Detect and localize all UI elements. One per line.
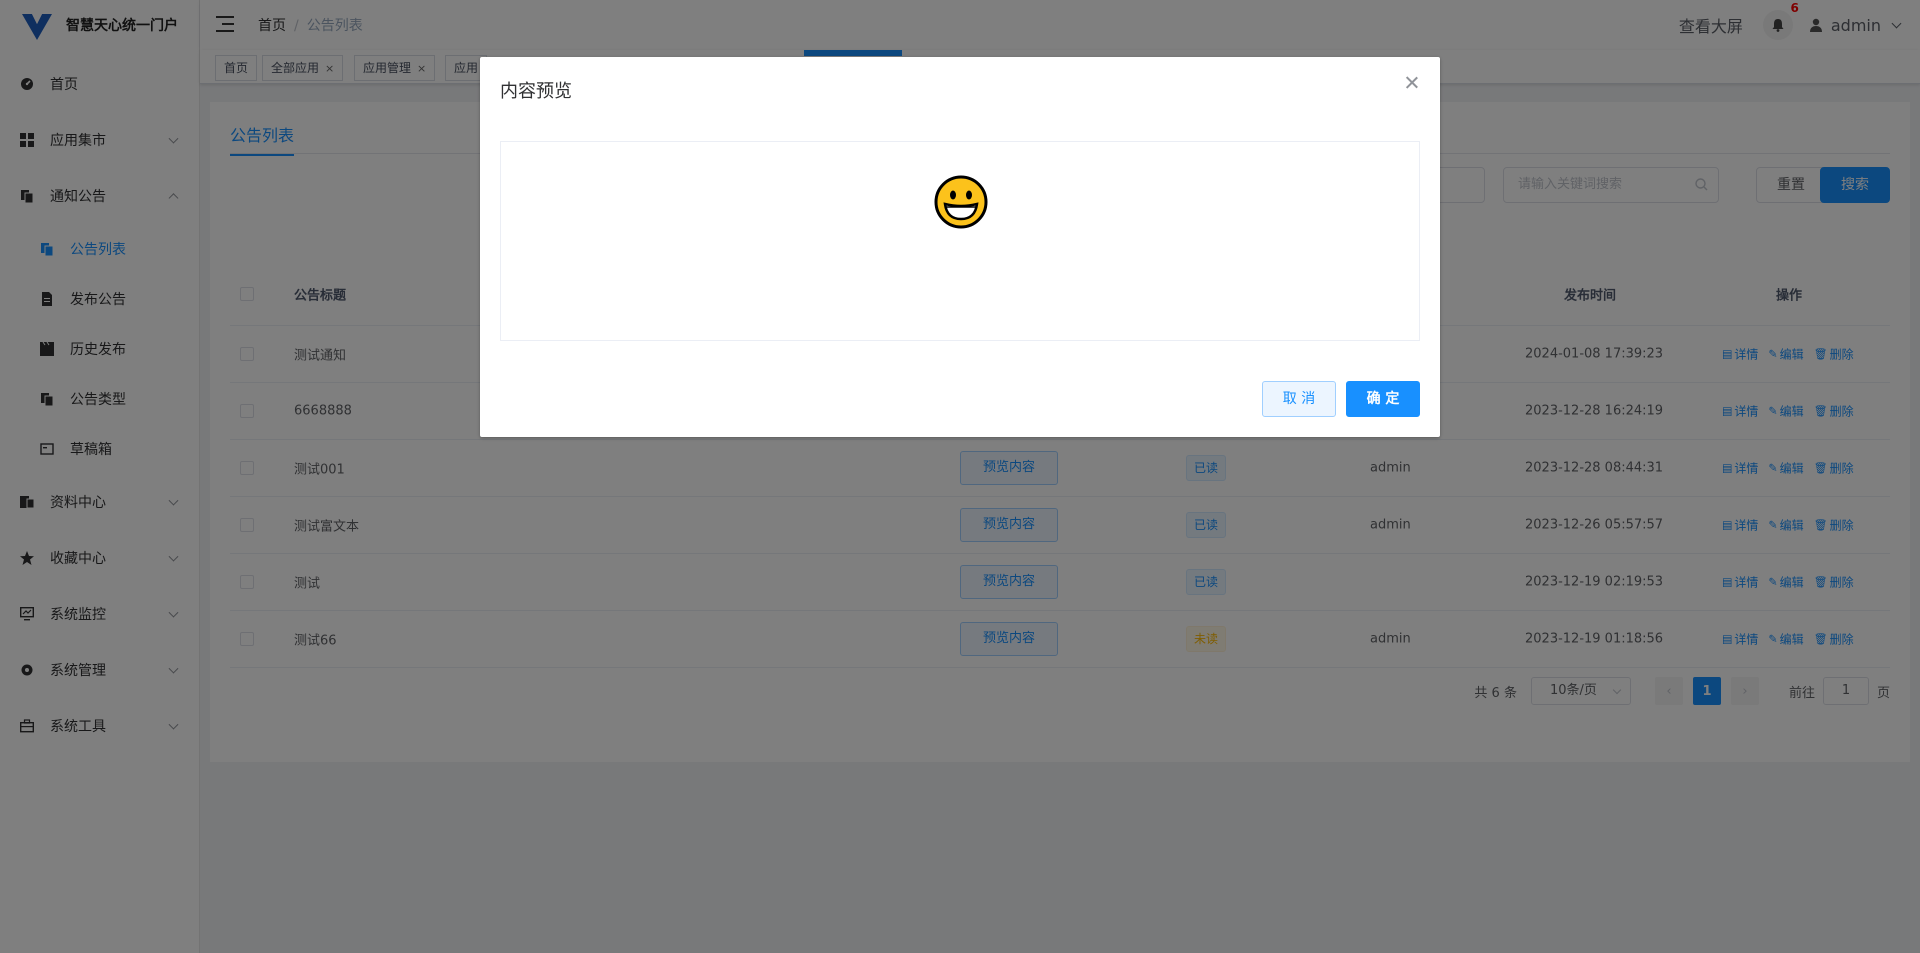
dialog-title: 内容预览: [500, 81, 572, 102]
grinning-face-emoji: [934, 175, 988, 229]
cancel-button[interactable]: 取 消: [1262, 381, 1336, 417]
confirm-button[interactable]: 确 定: [1346, 381, 1420, 417]
content-preview-dialog: 内容预览 取 消 确 定: [480, 57, 1440, 437]
preview-content: [500, 141, 1420, 341]
close-icon[interactable]: [1404, 75, 1420, 91]
